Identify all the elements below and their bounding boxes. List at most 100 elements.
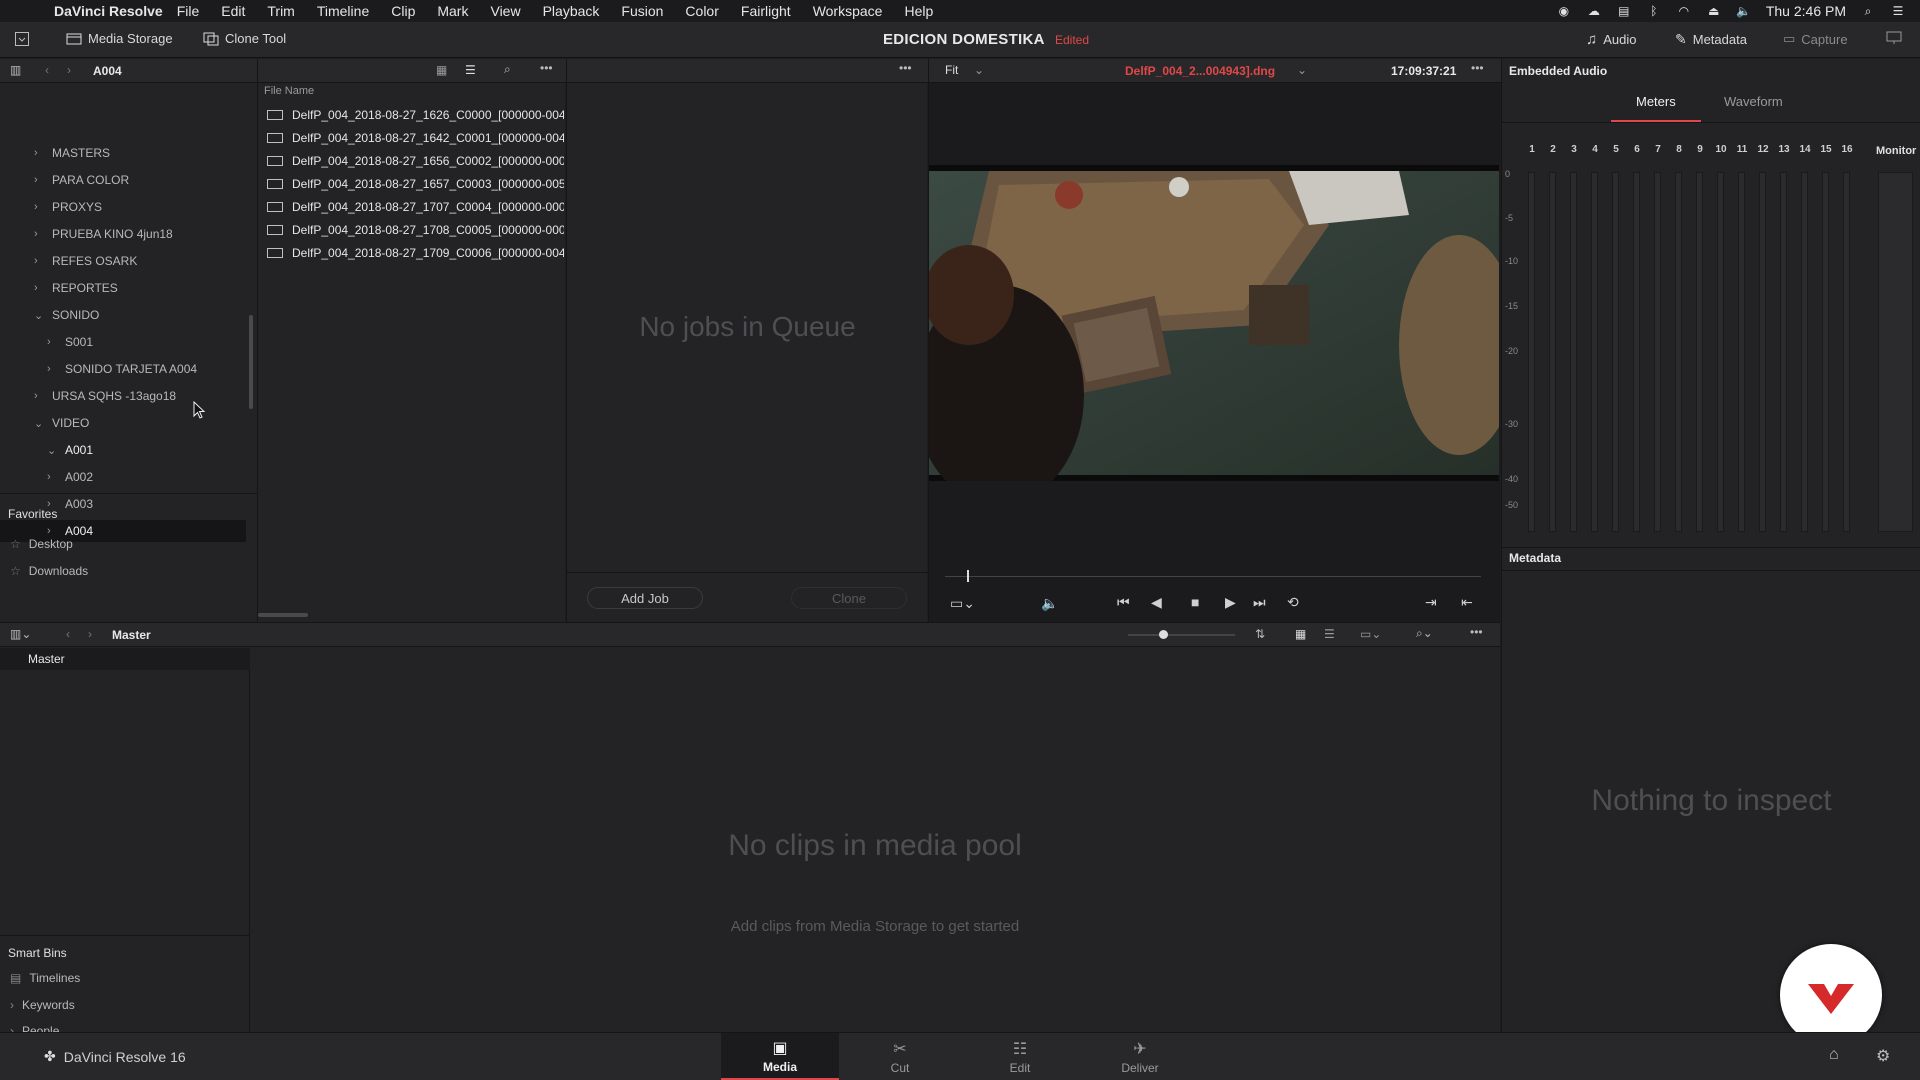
chevron-down-icon[interactable]: ⌄: [34, 417, 44, 430]
chevron-right-icon[interactable]: ›: [34, 390, 44, 402]
video-frame[interactable]: [914, 165, 1519, 505]
jump-to-end-icon[interactable]: ⏭: [1253, 594, 1266, 611]
stop-icon[interactable]: ■: [1191, 594, 1199, 610]
menu-color[interactable]: Color: [685, 3, 718, 19]
pool-back-icon[interactable]: ‹: [66, 627, 70, 641]
chevron-right-icon[interactable]: ›: [34, 228, 44, 240]
file-row[interactable]: DelfP_004_2018-08-27_1656_C0002_[000000-…: [258, 149, 564, 172]
file-row[interactable]: DelfP_004_2018-08-27_1707_C0004_[000000-…: [258, 195, 564, 218]
mark-in-icon[interactable]: ⇥: [1425, 594, 1437, 611]
timecode-display[interactable]: 17:09:37:21: [1391, 64, 1456, 78]
pool-search-icon[interactable]: ⌕⌄: [1416, 626, 1433, 641]
reverse-icon[interactable]: ◀: [1151, 594, 1162, 611]
pool-options-icon[interactable]: •••: [1470, 625, 1483, 639]
thumbnail-view-icon[interactable]: ▦: [1295, 627, 1306, 641]
favorite-downloads[interactable]: ☆ Downloads: [10, 564, 88, 578]
tree-scrollbar[interactable]: [249, 315, 253, 409]
volume-icon[interactable]: 🔈: [1736, 4, 1752, 18]
chevron-right-icon[interactable]: ›: [34, 147, 44, 159]
viewer-options-icon[interactable]: •••: [1471, 61, 1484, 75]
spotlight-icon[interactable]: ⌕: [1860, 4, 1876, 18]
sidebar-toggle-icon[interactable]: ▥: [10, 63, 21, 77]
menu-fairlight[interactable]: Fairlight: [741, 3, 791, 19]
smart-bin-keywords[interactable]: › Keywords: [10, 998, 75, 1012]
play-icon[interactable]: ▶: [1225, 594, 1236, 611]
bin-item-master[interactable]: Master: [0, 648, 250, 670]
folder-item[interactable]: › S001: [0, 331, 246, 353]
menu-workspace[interactable]: Workspace: [813, 3, 883, 19]
chevron-right-icon[interactable]: ›: [34, 255, 44, 267]
menu-mark[interactable]: Mark: [437, 3, 468, 19]
workspace-dropdown-icon[interactable]: [14, 31, 30, 47]
page-edit[interactable]: ☷ Edit: [961, 1033, 1079, 1080]
chevron-down-icon[interactable]: ⌄: [34, 309, 44, 322]
folder-item[interactable]: › A002: [0, 466, 246, 488]
pool-forward-icon[interactable]: ›: [88, 627, 92, 641]
menu-trim[interactable]: Trim: [267, 3, 294, 19]
page-media[interactable]: ▣ Media: [721, 1033, 839, 1080]
page-cut[interactable]: ✂ Cut: [841, 1033, 959, 1080]
thumbnail-view-icon[interactable]: ▦: [436, 63, 447, 77]
forward-arrow-icon[interactable]: ›: [67, 63, 71, 77]
tab-meters[interactable]: Meters: [1636, 94, 1676, 109]
list-view-icon[interactable]: ☰: [1324, 627, 1335, 641]
tab-waveform[interactable]: Waveform: [1724, 94, 1783, 109]
eject-icon[interactable]: ⏏: [1706, 4, 1722, 18]
loop-icon[interactable]: ⟲: [1287, 594, 1299, 611]
file-row[interactable]: DelfP_004_2018-08-27_1708_C0005_[000000-…: [258, 218, 564, 241]
favorite-desktop[interactable]: ☆ Desktop: [10, 537, 73, 551]
chevron-right-icon[interactable]: ›: [47, 363, 57, 375]
zoom-dropdown[interactable]: Fit: [945, 63, 958, 77]
clip-dropdown-icon[interactable]: ⌄: [1297, 63, 1307, 77]
menu-clip[interactable]: Clip: [391, 3, 415, 19]
menubar-clock[interactable]: Thu 2:46 PM: [1766, 3, 1846, 19]
record-icon[interactable]: ◉: [1556, 4, 1572, 18]
jump-to-start-icon[interactable]: ⏮: [1117, 594, 1130, 611]
metadata-panel-button[interactable]: ✎ Metadata: [1675, 31, 1747, 48]
folder-item[interactable]: › PRUEBA KINO 4jun18: [0, 223, 246, 245]
project-manager-home-icon[interactable]: ⌂: [1829, 1046, 1839, 1064]
bluetooth-icon[interactable]: ᛒ: [1646, 4, 1662, 18]
search-icon[interactable]: ⌕: [504, 62, 511, 77]
page-deliver[interactable]: ✈ Deliver: [1081, 1033, 1199, 1080]
creative-cloud-icon[interactable]: ☁: [1586, 4, 1602, 18]
chevron-right-icon[interactable]: ›: [47, 525, 57, 537]
playhead[interactable]: [967, 570, 969, 582]
clone-tool-button[interactable]: Clone Tool: [203, 31, 286, 46]
menu-fusion[interactable]: Fusion: [621, 3, 663, 19]
file-row[interactable]: DelfP_004_2018-08-27_1657_C0003_[000000-…: [258, 172, 564, 195]
audio-panel-button[interactable]: ♫ Audio: [1586, 31, 1637, 48]
menu-view[interactable]: View: [490, 3, 520, 19]
media-storage-button[interactable]: Media Storage: [66, 31, 173, 46]
folder-item[interactable]: ⌄ VIDEO: [0, 412, 246, 434]
chevron-right-icon[interactable]: ›: [34, 201, 44, 213]
folder-item[interactable]: › SONIDO TARJETA A004: [0, 358, 246, 380]
folder-item[interactable]: › MASTERS: [0, 142, 246, 164]
app-menu[interactable]: DaVinci Resolve: [54, 3, 163, 19]
add-job-button[interactable]: Add Job: [587, 587, 703, 609]
folder-item[interactable]: › PROXYS: [0, 196, 246, 218]
file-row[interactable]: DelfP_004_2018-08-27_1626_C0000_[000000-…: [258, 103, 564, 126]
folder-item[interactable]: › REPORTES: [0, 277, 246, 299]
more-options-icon[interactable]: •••: [540, 61, 553, 75]
folder-item[interactable]: › URSA SQHS -13ago18: [0, 385, 246, 407]
thumbnail-size-slider[interactable]: [1128, 634, 1235, 636]
chevron-right-icon[interactable]: ›: [34, 174, 44, 186]
menu-timeline[interactable]: Timeline: [317, 3, 369, 19]
capture-button[interactable]: ▭ Capture: [1783, 31, 1848, 47]
queue-options-icon[interactable]: •••: [899, 61, 912, 75]
back-arrow-icon[interactable]: ‹: [45, 63, 49, 77]
metadata-view-icon[interactable]: ▭⌄: [1360, 627, 1381, 641]
menu-file[interactable]: File: [177, 3, 200, 19]
folder-item[interactable]: › PARA COLOR: [0, 169, 246, 191]
thumbnail-size-knob[interactable]: [1159, 630, 1168, 639]
sort-icon[interactable]: ⇅: [1255, 627, 1265, 641]
menu-playback[interactable]: Playback: [543, 3, 600, 19]
zoom-chevron-icon[interactable]: ⌄: [974, 63, 984, 77]
list-view-icon[interactable]: ☰: [465, 63, 476, 77]
chevron-right-icon[interactable]: ›: [47, 336, 57, 348]
folder-item[interactable]: › REFES OSARK: [0, 250, 246, 272]
scrubber-track[interactable]: [945, 576, 1481, 577]
menu-edit[interactable]: Edit: [221, 3, 245, 19]
viewer-mode-icon[interactable]: ▭⌄: [950, 595, 975, 612]
